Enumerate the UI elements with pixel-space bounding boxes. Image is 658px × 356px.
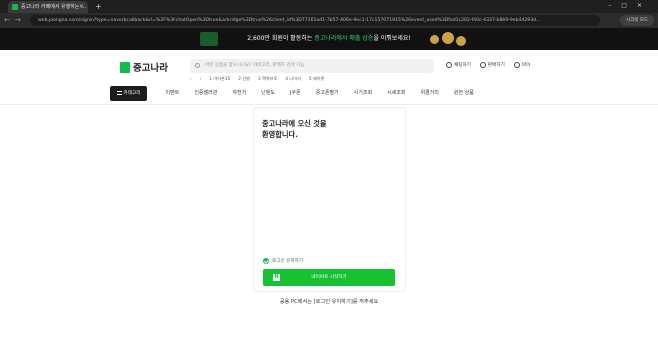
welcome-heading: 중고나라에 오신 것을 환영합니다. — [262, 118, 382, 140]
popular-item[interactable]: 5 에어팟 — [309, 76, 325, 82]
chevron-left-icon[interactable]: ‹ — [190, 76, 192, 82]
menu-item[interactable]: 원한 상품 — [446, 86, 481, 101]
search-icon — [195, 63, 200, 68]
header-links: 채팅하기 판매하기 마이 — [446, 62, 530, 68]
welcome-line-2: 환영합니다. — [262, 130, 298, 139]
tab-title: 중고나라 카페에서 유행하는 … — [21, 4, 86, 10]
search-placeholder: 어떤 상품을 찾으시나요? 카테고리, 판매자 검색 가능 — [205, 63, 305, 68]
menu-item[interactable]: 닌텐도 — [254, 86, 283, 101]
favicon-icon — [12, 4, 18, 10]
naver-login-label: 네이버로 시작하기 — [311, 275, 347, 280]
site-logo[interactable]: 중고나라 — [120, 60, 168, 74]
coins-illustration-icon — [430, 31, 470, 47]
new-tab-icon[interactable]: + — [95, 1, 102, 12]
search-input[interactable]: 어떤 상품을 찾으시나요? 카테고리, 판매자 검색 가능 — [190, 59, 434, 73]
profile-button[interactable]: 시크릿 모드 — [619, 15, 654, 26]
menu-icon — [116, 90, 122, 95]
naver-logo-icon: N — [273, 274, 280, 281]
window-controls[interactable]: –□✕ — [608, 2, 652, 9]
header-link-chat[interactable]: 채팅하기 — [446, 62, 471, 68]
keep-logged-in-label: 로그인 유지하기 — [272, 259, 304, 264]
browser-tab[interactable]: 중고나라 카페에서 유행하는 … ✕ — [8, 1, 88, 13]
header-link-sell[interactable]: 판매하기 — [479, 62, 505, 68]
menu-item[interactable]: J쿠폰 — [282, 86, 308, 101]
naver-login-button[interactable]: N 네이버로 시작하기 — [263, 269, 395, 286]
menu-item[interactable]: 인증셀러관 — [187, 86, 225, 101]
logo-text: 중고나라 — [133, 63, 168, 74]
banner-text-prefix: 2,600만 회원이 활동하는 — [247, 35, 315, 42]
back-icon[interactable]: ← — [4, 15, 10, 26]
menu-item[interactable]: 중고폰팔기 — [308, 86, 346, 101]
menu-item[interactable]: 사기조회 — [346, 86, 379, 101]
header-link-label: 마이 — [521, 63, 531, 68]
category-label: 카테고리 — [123, 91, 141, 96]
chevron-right-icon[interactable]: › — [200, 76, 202, 82]
chat-icon — [446, 62, 452, 68]
close-icon[interactable]: ✕ — [79, 1, 84, 13]
category-button[interactable]: 카테고리 — [110, 86, 147, 101]
phone-illustration-icon — [200, 32, 218, 46]
header-link-label: 판매하기 — [487, 63, 505, 68]
menu-item[interactable]: 위클거리 — [413, 86, 446, 101]
popular-item[interactable]: 1 아이폰15 — [209, 76, 230, 82]
forward-icon[interactable]: → — [15, 15, 21, 26]
menu-item[interactable]: 시세조회 — [380, 86, 413, 101]
main-menu: 이벤트 인증셀러관 자전거 닌텐도 J쿠폰 중고폰팔기 사기조회 시세조회 위클… — [158, 86, 481, 101]
check-icon — [263, 258, 269, 264]
banner-text-suffix: 을 이뤄보세요! — [373, 35, 411, 42]
welcome-line-1: 중고나라에 오신 것을 — [262, 119, 327, 128]
logo-mark-icon — [120, 61, 130, 73]
menu-item[interactable]: 자전거 — [225, 86, 254, 101]
popular-item[interactable]: 4 나이키 — [285, 76, 301, 82]
popular-item[interactable]: 2 신발 — [238, 76, 250, 82]
promo-banner[interactable]: 2,600만 회원이 활동하는 중고나라에서 매출 상승을 이뤄보세요! — [0, 28, 658, 50]
keep-logged-in-checkbox[interactable]: 로그인 유지하기 — [263, 258, 303, 264]
popular-searches: ‹ › 1 아이폰15 2 신발 3 맥북프로 4 나이키 5 에어팟 — [190, 76, 325, 82]
sell-icon — [479, 62, 486, 68]
popular-item[interactable]: 3 맥북프로 — [258, 76, 277, 82]
header-link-my[interactable]: 마이 — [513, 62, 531, 68]
header-link-label: 채팅하기 — [454, 63, 471, 68]
user-icon — [513, 62, 520, 68]
address-bar-area: ← → web.joongna.com/signin?type=naverbca… — [0, 13, 658, 28]
url-input[interactable]: web.joongna.com/signin?type=naverbcallba… — [30, 15, 600, 26]
browser-tab-bar: 중고나라 카페에서 유행하는 … ✕ + –□✕ — [0, 0, 658, 13]
public-pc-notice: 공용 PC에서는 [로그인 유지하기]를 꺼주세요 — [279, 299, 379, 305]
header-divider — [0, 104, 658, 105]
menu-item[interactable]: 이벤트 — [158, 86, 187, 101]
banner-highlight: 중고나라에서 매출 상승 — [314, 35, 374, 42]
